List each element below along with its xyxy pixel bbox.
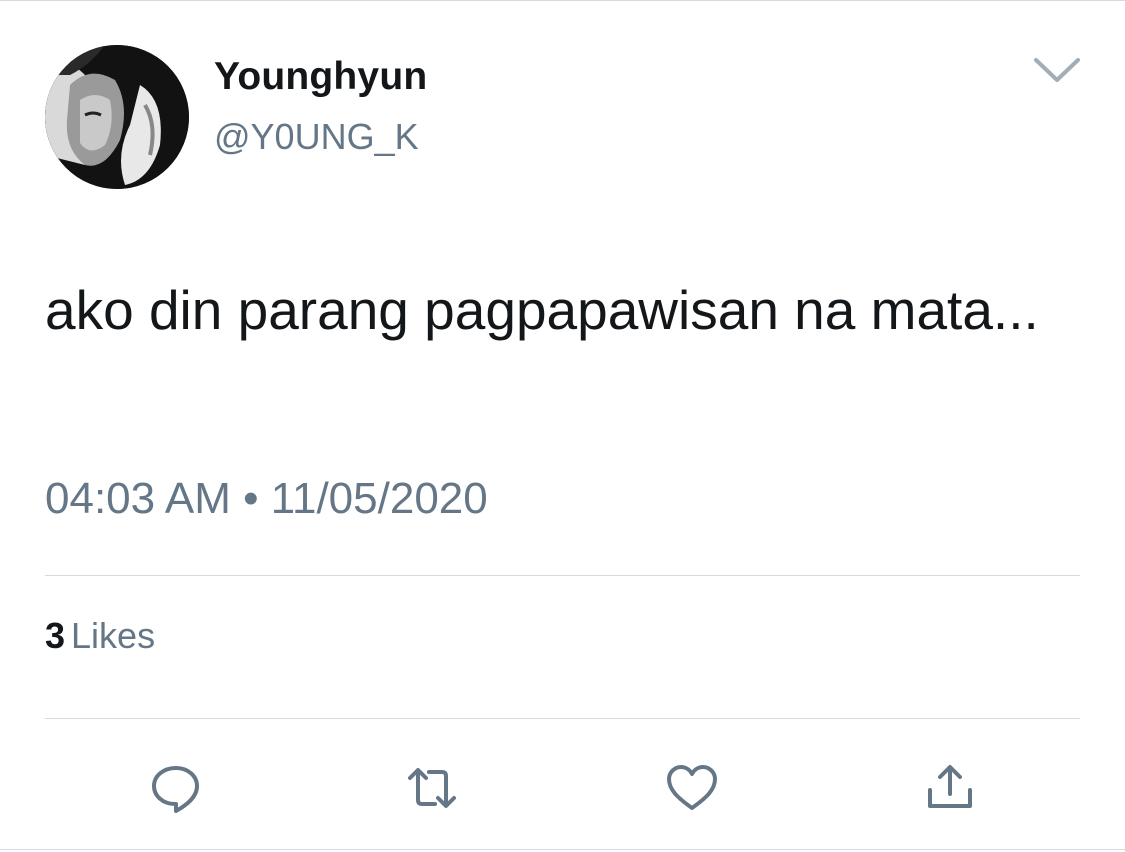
tweet-timestamp: 04:03 AM • 11/05/2020 — [45, 474, 488, 524]
likes-label: Likes — [71, 615, 156, 656]
retweet-icon[interactable] — [404, 760, 460, 816]
top-border — [0, 0, 1125, 1]
likes-stat[interactable]: 3 Likes — [45, 615, 155, 657]
tweet-time: 04:03 AM — [45, 474, 231, 523]
divider — [45, 575, 1080, 576]
tweet-date: 11/05/2020 — [270, 474, 488, 523]
share-icon[interactable] — [922, 760, 978, 816]
likes-count: 3 — [45, 615, 66, 656]
timestamp-separator: • — [243, 474, 259, 523]
display-name[interactable]: Younghyun — [214, 55, 427, 99]
bottom-border — [0, 849, 1125, 850]
tweet-text: ako din parang pagpapawisan na mata... — [45, 279, 1039, 341]
avatar[interactable] — [45, 45, 189, 189]
avatar-photo — [45, 45, 189, 189]
user-handle[interactable]: @Y0UNG_K — [214, 116, 419, 158]
reply-icon[interactable] — [148, 760, 204, 816]
chevron-down-icon[interactable] — [1028, 50, 1086, 90]
heart-icon[interactable] — [664, 760, 720, 816]
divider — [45, 718, 1080, 719]
